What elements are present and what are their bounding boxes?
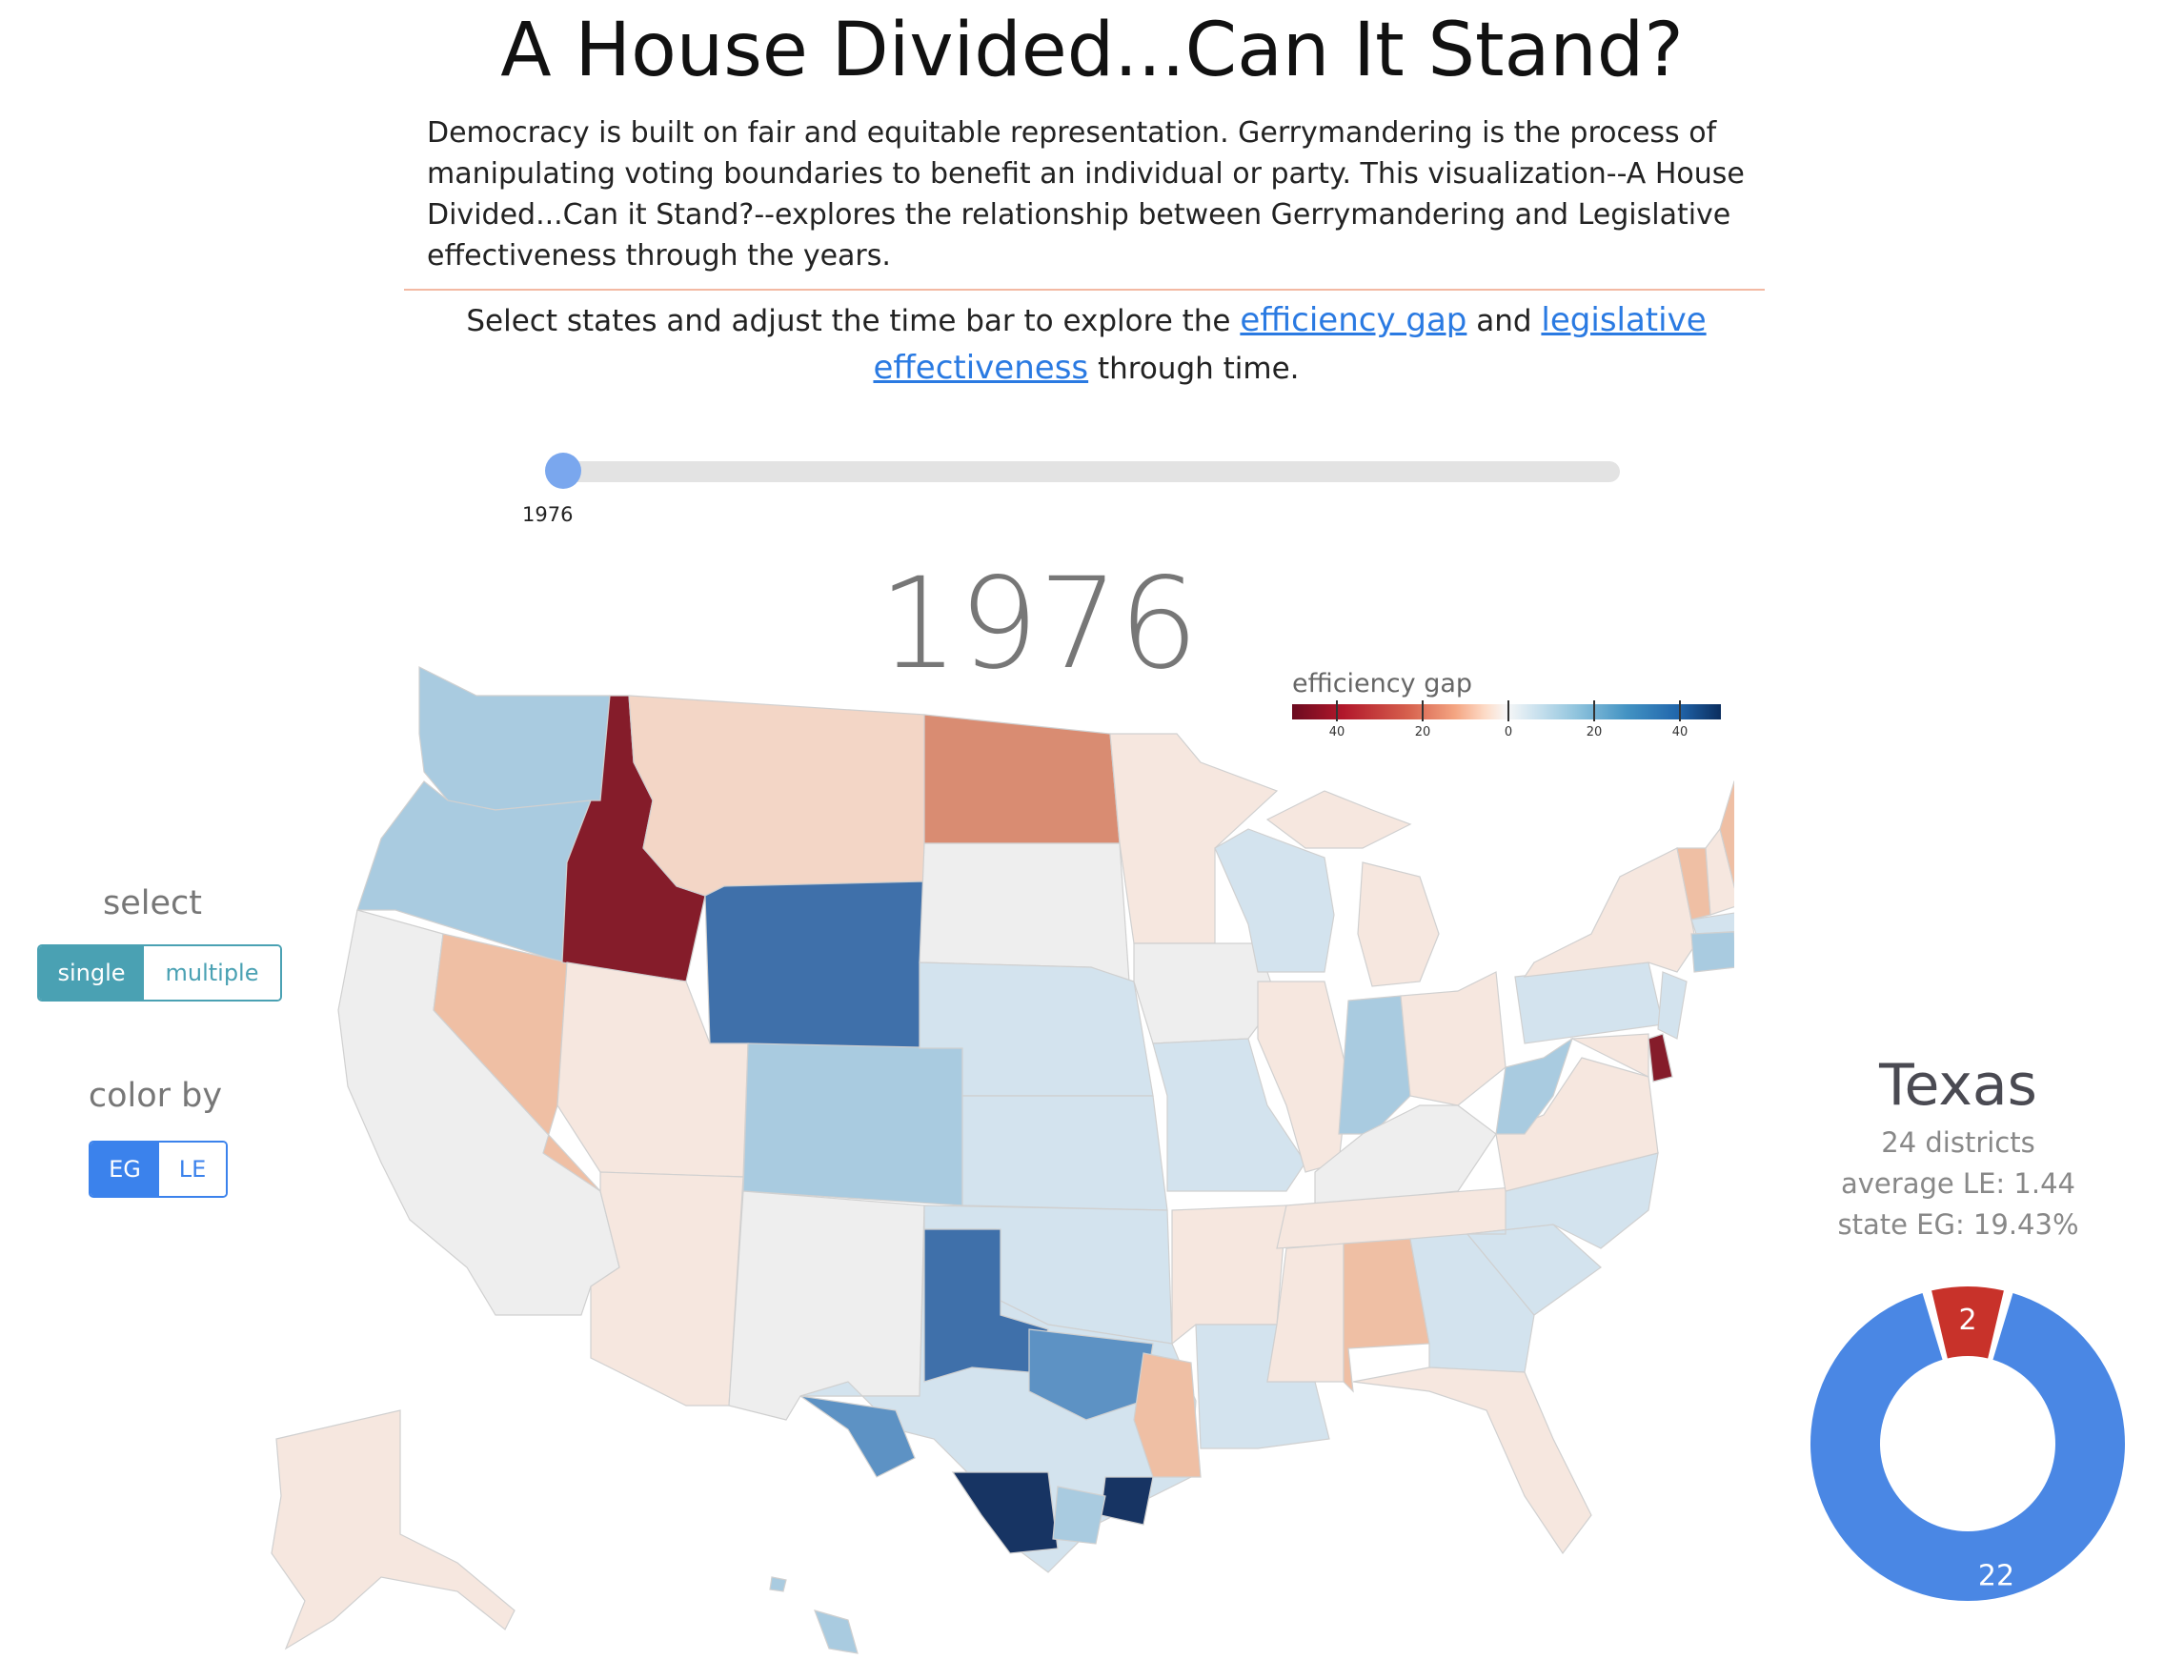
state-average-le: average LE: 1.44 <box>1841 1167 2075 1200</box>
year-slider-track[interactable] <box>560 461 1620 482</box>
state-montana[interactable] <box>628 695 925 897</box>
state-arizona[interactable] <box>590 1171 744 1407</box>
instruction-and: and <box>1466 304 1542 338</box>
divider <box>404 289 1765 291</box>
state-florida[interactable] <box>1352 1366 1592 1555</box>
state-michigan-upper[interactable] <box>1265 790 1412 849</box>
intro-paragraph: Democracy is built on fair and equitable… <box>427 116 1745 273</box>
state-alaska[interactable] <box>271 1409 516 1650</box>
state-hawaii[interactable] <box>814 1609 859 1654</box>
state-connecticut[interactable] <box>1690 931 1734 973</box>
color-by-le-button[interactable]: LE <box>159 1143 226 1196</box>
state-districts: 24 districts <box>1881 1126 2035 1159</box>
state-hawaii-island[interactable] <box>769 1576 787 1592</box>
color-by-eg-button[interactable]: EG <box>91 1143 159 1196</box>
state-new-york[interactable] <box>1523 847 1697 978</box>
instruction-before: Select states and adjust the time bar to… <box>466 304 1241 338</box>
selected-state-name: Texas <box>1879 1052 2037 1119</box>
state-colorado[interactable] <box>742 1042 963 1206</box>
district-donut-chart[interactable]: 222 <box>1801 1258 2134 1601</box>
state-delaware[interactable] <box>1648 1033 1673 1083</box>
state-washington[interactable] <box>418 666 611 811</box>
year-slider-handle[interactable] <box>545 453 581 489</box>
us-map[interactable] <box>191 658 1734 1658</box>
efficiency-gap-link[interactable]: efficiency gap <box>1240 301 1466 339</box>
donut-segment-label: 2 <box>1958 1304 1976 1337</box>
texas-district[interactable] <box>951 1471 1059 1554</box>
instruction-after: through time. <box>1088 352 1300 386</box>
page-title: A House Divided...Can It Stand? <box>500 8 1684 93</box>
state-north-dakota[interactable] <box>923 714 1121 844</box>
select-heading: select <box>103 884 202 922</box>
state-south-dakota[interactable] <box>919 842 1130 982</box>
state-indiana[interactable] <box>1338 995 1411 1135</box>
select-single-button[interactable]: single <box>39 946 144 1000</box>
state-new-mexico[interactable] <box>728 1190 925 1421</box>
instruction-text: Select states and adjust the time bar to… <box>410 297 1763 393</box>
color-by-toggle[interactable]: EG LE <box>89 1141 228 1198</box>
state-arkansas[interactable] <box>1171 1204 1287 1346</box>
state-kansas[interactable] <box>961 1095 1168 1211</box>
state-eg: state EG: 19.43% <box>1837 1208 2079 1241</box>
year-slider-label: 1976 <box>522 503 574 526</box>
select-mode-toggle[interactable]: single multiple <box>37 944 282 1002</box>
color-by-heading: color by <box>88 1077 223 1115</box>
texas-district[interactable] <box>1052 1486 1106 1545</box>
state-ohio[interactable] <box>1400 971 1507 1106</box>
state-new-jersey[interactable] <box>1657 971 1688 1040</box>
state-michigan[interactable] <box>1357 861 1440 987</box>
select-multiple-button[interactable]: multiple <box>144 946 280 1000</box>
donut-segment-label: 22 <box>1978 1560 2014 1593</box>
state-wyoming[interactable] <box>704 880 925 1049</box>
